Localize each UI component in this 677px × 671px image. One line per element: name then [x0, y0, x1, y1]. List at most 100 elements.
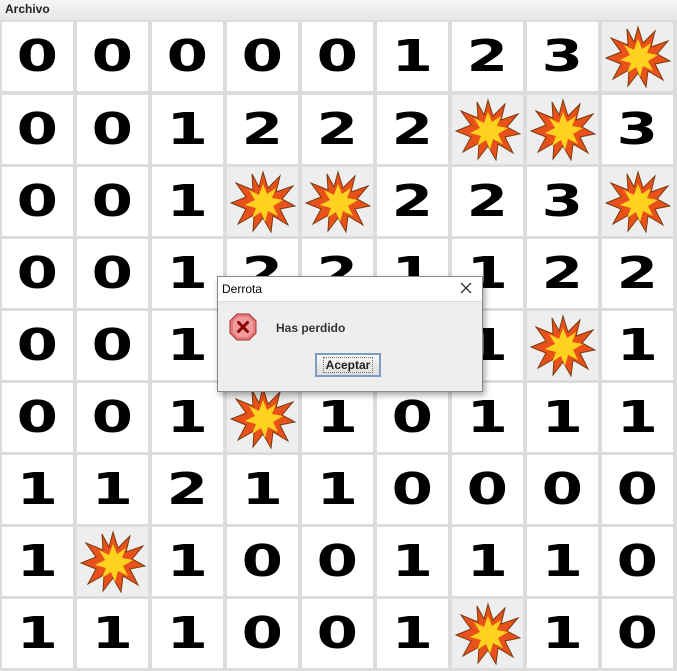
- board-cell[interactable]: 0: [377, 383, 448, 452]
- cell-number: 1: [166, 320, 209, 371]
- cell-number: 0: [91, 248, 134, 299]
- board-cell[interactable]: 2: [602, 239, 673, 308]
- board-cell[interactable]: 0: [227, 599, 298, 668]
- board-cell[interactable]: 2: [527, 239, 598, 308]
- board-cell[interactable]: 2: [377, 167, 448, 236]
- cell-number: 0: [466, 464, 509, 515]
- cell-number: 1: [316, 392, 359, 443]
- board-cell[interactable]: 3: [527, 22, 598, 91]
- board-cell[interactable]: 0: [77, 383, 148, 452]
- dialog-message: Has perdido: [276, 321, 346, 335]
- board-cell[interactable]: 0: [302, 22, 373, 91]
- cell-number: 1: [241, 464, 284, 515]
- board-cell[interactable]: 1: [527, 599, 598, 668]
- board-cell[interactable]: 1: [2, 527, 73, 596]
- cell-number: 0: [316, 608, 359, 659]
- board-cell[interactable]: 1: [527, 527, 598, 596]
- board-cell[interactable]: 1: [377, 527, 448, 596]
- board-cell[interactable]: 1: [227, 455, 298, 524]
- board-cell[interactable]: 0: [302, 599, 373, 668]
- board-cell[interactable]: 0: [227, 22, 298, 91]
- cell-number: 0: [91, 104, 134, 155]
- board-cell[interactable]: 2: [377, 95, 448, 164]
- board-cell[interactable]: 0: [602, 527, 673, 596]
- board-cell[interactable]: 1: [602, 383, 673, 452]
- board-cell[interactable]: 1: [2, 599, 73, 668]
- board-cell[interactable]: 1: [152, 527, 223, 596]
- board-cell[interactable]: [302, 167, 373, 236]
- board-cell[interactable]: 2: [452, 167, 523, 236]
- cell-number: 1: [16, 536, 59, 587]
- cell-number: 0: [16, 248, 59, 299]
- board-cell[interactable]: [602, 167, 673, 236]
- board-cell[interactable]: 1: [152, 239, 223, 308]
- board-cell[interactable]: 0: [452, 455, 523, 524]
- accept-button[interactable]: Aceptar: [315, 353, 381, 377]
- board-cell[interactable]: 0: [602, 599, 673, 668]
- board-cell[interactable]: 1: [152, 311, 223, 380]
- board-cell[interactable]: 0: [2, 22, 73, 91]
- board-cell[interactable]: 3: [602, 95, 673, 164]
- cell-number: 1: [91, 608, 134, 659]
- board-cell[interactable]: 1: [302, 383, 373, 452]
- board-cell[interactable]: [452, 599, 523, 668]
- cell-number: 3: [541, 31, 584, 82]
- board-cell[interactable]: [452, 95, 523, 164]
- menu-archivo[interactable]: Archivo: [5, 2, 50, 16]
- board-cell[interactable]: 0: [527, 455, 598, 524]
- board-cell[interactable]: 1: [77, 455, 148, 524]
- board-cell[interactable]: 1: [152, 383, 223, 452]
- board-cell[interactable]: 1: [2, 455, 73, 524]
- board-cell[interactable]: 0: [2, 311, 73, 380]
- board-cell[interactable]: 1: [77, 599, 148, 668]
- board-cell[interactable]: 1: [452, 527, 523, 596]
- board-cell[interactable]: 0: [152, 22, 223, 91]
- board-cell[interactable]: 3: [527, 167, 598, 236]
- cell-number: 0: [541, 464, 584, 515]
- board-cell[interactable]: 2: [227, 95, 298, 164]
- board-cell[interactable]: 0: [77, 22, 148, 91]
- board-cell[interactable]: 0: [2, 239, 73, 308]
- board-cell[interactable]: [77, 527, 148, 596]
- board-cell[interactable]: 1: [377, 22, 448, 91]
- cell-number: 0: [16, 320, 59, 371]
- board-cell[interactable]: [602, 22, 673, 91]
- cell-number: 1: [166, 392, 209, 443]
- board-cell[interactable]: 1: [152, 95, 223, 164]
- board-cell[interactable]: 0: [77, 239, 148, 308]
- cell-number: 1: [16, 464, 59, 515]
- board-cell[interactable]: 1: [602, 311, 673, 380]
- board-cell[interactable]: 1: [527, 383, 598, 452]
- board-cell[interactable]: [227, 167, 298, 236]
- board-cell[interactable]: 2: [152, 455, 223, 524]
- board-cell[interactable]: 0: [77, 167, 148, 236]
- board-cell[interactable]: 1: [377, 599, 448, 668]
- dialog-title-bar[interactable]: Derrota: [218, 277, 482, 302]
- cell-number: 1: [616, 320, 659, 371]
- board-cell[interactable]: 0: [302, 527, 373, 596]
- board-cell[interactable]: 0: [2, 383, 73, 452]
- board-cell[interactable]: 0: [602, 455, 673, 524]
- cell-number: 0: [91, 176, 134, 227]
- board-cell[interactable]: 0: [2, 167, 73, 236]
- cell-number: 1: [541, 392, 584, 443]
- board-cell[interactable]: 1: [452, 383, 523, 452]
- board-cell[interactable]: 0: [77, 311, 148, 380]
- board-cell[interactable]: 0: [77, 95, 148, 164]
- board-cell[interactable]: 1: [152, 599, 223, 668]
- close-icon[interactable]: [458, 280, 474, 296]
- board-cell[interactable]: [527, 311, 598, 380]
- accept-button-label: Aceptar: [322, 357, 374, 373]
- board-cell[interactable]: 0: [377, 455, 448, 524]
- board-cell[interactable]: 0: [2, 95, 73, 164]
- board-cell[interactable]: 1: [152, 167, 223, 236]
- board-cell[interactable]: 1: [302, 455, 373, 524]
- board-cell[interactable]: 2: [452, 22, 523, 91]
- board-cell[interactable]: 0: [227, 527, 298, 596]
- cell-number: 2: [466, 31, 509, 82]
- board-cell[interactable]: 2: [302, 95, 373, 164]
- cell-number: 0: [391, 392, 434, 443]
- board-cell[interactable]: [227, 383, 298, 452]
- board-cell[interactable]: [527, 95, 598, 164]
- cell-number: 0: [16, 392, 59, 443]
